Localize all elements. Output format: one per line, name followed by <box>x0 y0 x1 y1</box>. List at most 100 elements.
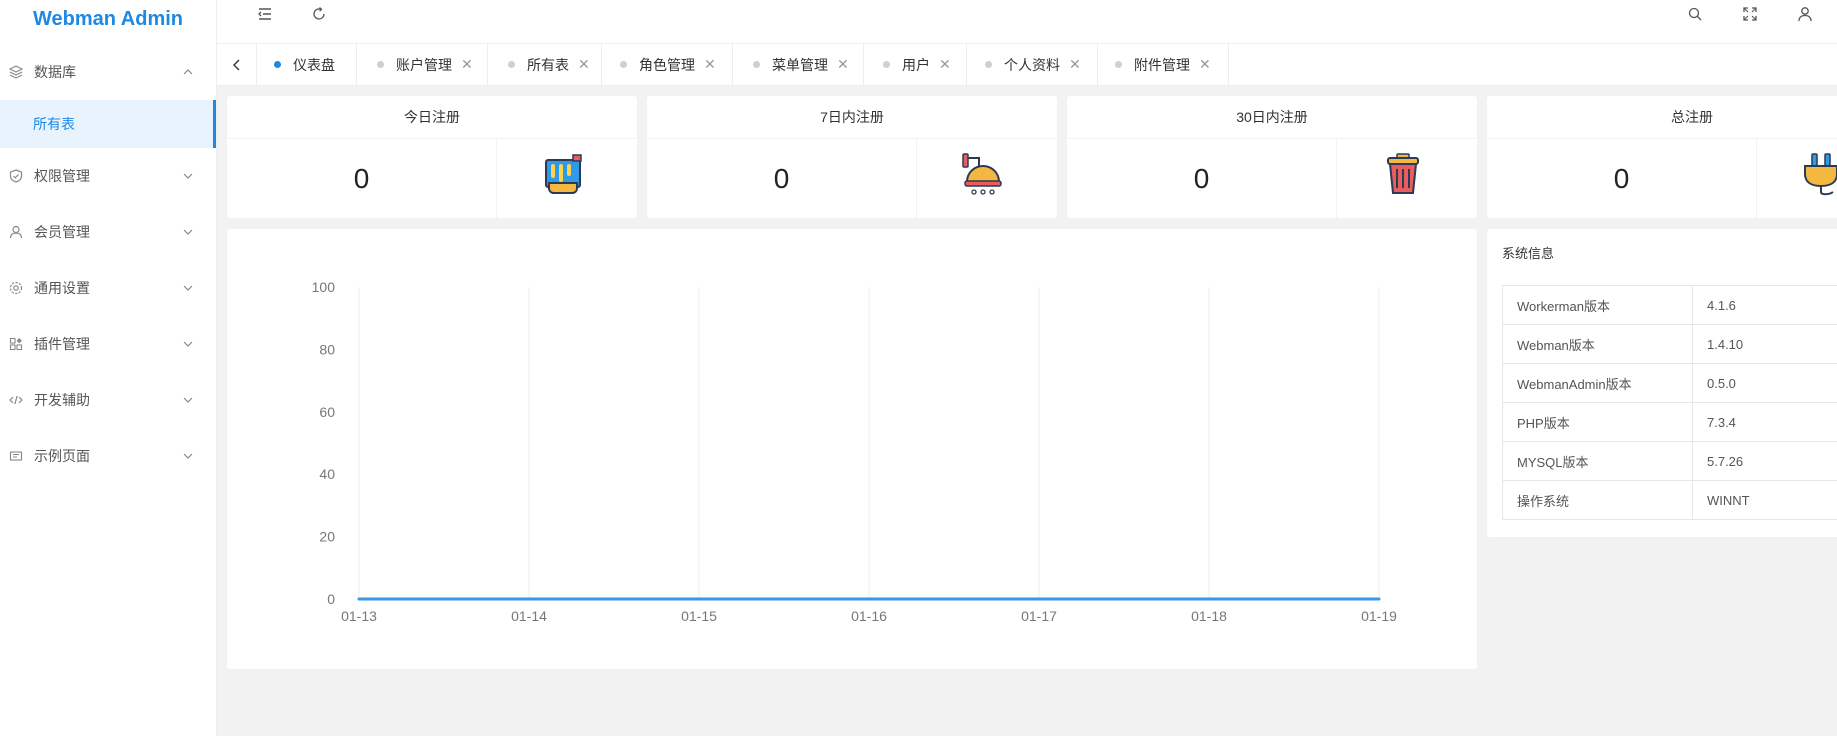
close-icon[interactable]: ✕ <box>1069 56 1081 73</box>
layers-icon <box>8 64 24 80</box>
x-tick-label: 01-17 <box>1021 608 1057 624</box>
tab-roles[interactable]: 角色管理 ✕ <box>602 44 733 85</box>
sidebar-item-dev-tools[interactable]: 开发辅助 <box>0 380 216 420</box>
data-point <box>697 597 701 601</box>
registration-line-chart: 0 20 40 60 80 100 01-13 01-14 01-15 01-16 01-17 01-… <box>312 279 1397 624</box>
tab-status-dot <box>753 61 760 68</box>
system-info-value: 0.5.0 <box>1692 363 1837 403</box>
tab-dashboard[interactable]: 仪表盘 <box>257 44 357 85</box>
tab-label: 所有表 <box>527 56 569 73</box>
top-header <box>217 0 1837 44</box>
sidebar-item-examples[interactable]: 示例页面 <box>0 436 216 476</box>
chevron-down-icon <box>180 224 196 240</box>
system-info-value: 7.3.4 <box>1692 402 1837 442</box>
sidebar-item-label: 插件管理 <box>34 336 90 352</box>
sidebar: Webman Admin 数据库 所有表 权限管理 会员管理 通用设置 插件管理… <box>0 0 217 736</box>
code-icon <box>8 392 24 408</box>
table-row: Webman版本 1.4.10 <box>1502 324 1837 364</box>
system-info-value: 4.1.6 <box>1692 285 1837 325</box>
close-icon[interactable]: ✕ <box>578 56 590 73</box>
chevron-down-icon <box>180 168 196 184</box>
sidebar-item-members[interactable]: 会员管理 <box>0 212 216 252</box>
sidebar-item-label: 权限管理 <box>34 168 90 184</box>
apps-icon <box>8 336 24 352</box>
tab-label: 仪表盘 <box>293 56 335 73</box>
x-tick-label: 01-16 <box>851 608 887 624</box>
system-info-key: WebmanAdmin版本 <box>1502 363 1693 403</box>
tab-status-dot <box>1115 61 1122 68</box>
close-icon[interactable]: ✕ <box>837 56 849 73</box>
tab-profile[interactable]: 个人资料 ✕ <box>967 44 1098 85</box>
menu-collapse-icon[interactable] <box>255 4 275 24</box>
gear-icon <box>8 280 24 296</box>
close-icon[interactable]: ✕ <box>939 56 951 73</box>
system-info-table: Workerman版本 4.1.6 Webman版本 1.4.10 WebmanAd… <box>1502 285 1837 520</box>
close-icon[interactable]: ✕ <box>1199 56 1211 73</box>
tab-label: 菜单管理 <box>772 56 828 73</box>
page-icon <box>8 448 24 464</box>
refresh-icon[interactable] <box>309 4 329 24</box>
stat-value: 0 <box>1487 139 1757 218</box>
tab-label: 角色管理 <box>639 56 695 73</box>
system-info-key: PHP版本 <box>1502 402 1693 442</box>
table-row: 操作系统 WINNT <box>1502 480 1837 520</box>
search-icon[interactable] <box>1685 4 1705 24</box>
user-icon[interactable] <box>1795 4 1815 24</box>
stat-card-today: 今日注册 0 <box>227 96 637 218</box>
x-tick-label: 01-19 <box>1361 608 1397 624</box>
paint-bucket-icon <box>545 154 582 194</box>
close-icon[interactable]: ✕ <box>704 56 716 73</box>
x-tick-label: 01-14 <box>511 608 547 624</box>
tab-status-dot <box>377 61 384 68</box>
tab-status-dot <box>985 61 992 68</box>
tab-menus[interactable]: 菜单管理 ✕ <box>733 44 864 85</box>
user-icon <box>8 224 24 240</box>
chevron-up-icon <box>180 64 196 80</box>
table-row: WebmanAdmin版本 0.5.0 <box>1502 363 1837 403</box>
chevron-down-icon <box>180 280 196 296</box>
tab-all-tables[interactable]: 所有表 ✕ <box>488 44 602 85</box>
y-tick-label: 20 <box>319 529 335 545</box>
tab-label: 用户 <box>902 56 930 73</box>
stat-card-30days: 30日内注册 0 <box>1067 96 1477 218</box>
stat-title: 今日注册 <box>227 96 637 139</box>
tab-label: 个人资料 <box>1004 56 1060 73</box>
data-point <box>867 597 871 601</box>
tab-status-dot <box>274 61 281 68</box>
system-info-value: 1.4.10 <box>1692 324 1837 364</box>
system-info-key: Workerman版本 <box>1502 285 1693 325</box>
chevron-down-icon <box>180 392 196 408</box>
tab-status-dot <box>508 61 515 68</box>
system-info-panel: 系统信息 Workerman版本 4.1.6 Webman版本 1.4.10 Web… <box>1487 229 1837 537</box>
tab-accounts[interactable]: 账户管理 ✕ <box>357 44 488 85</box>
system-info-value: WINNT <box>1692 480 1837 520</box>
tab-bar: 仪表盘 账户管理 ✕ 所有表 ✕ 角色管理 ✕ 菜单管理 ✕ 用户 ✕ 个人资料… <box>217 44 1837 86</box>
registration-chart-panel: 0 20 40 60 80 100 01-13 01-14 01-15 01-16 01-17 01-… <box>227 229 1477 669</box>
fullscreen-icon[interactable] <box>1740 4 1760 24</box>
stat-card-total: 总注册 0 <box>1487 96 1837 218</box>
sidebar-item-settings[interactable]: 通用设置 <box>0 268 216 308</box>
x-tick-label: 01-13 <box>341 608 377 624</box>
chevron-left-icon <box>232 59 239 70</box>
stat-value: 0 <box>647 139 917 218</box>
chevron-down-icon <box>180 448 196 464</box>
sidebar-item-plugins[interactable]: 插件管理 <box>0 324 216 364</box>
table-row: Workerman版本 4.1.6 <box>1502 285 1837 325</box>
sidebar-item-database[interactable]: 数据库 <box>0 52 216 92</box>
data-point <box>1037 597 1041 601</box>
tab-scroll-left-button[interactable] <box>217 44 257 85</box>
y-tick-label: 80 <box>319 341 335 357</box>
sidebar-item-permissions[interactable]: 权限管理 <box>0 156 216 196</box>
close-icon[interactable]: ✕ <box>461 56 473 73</box>
tab-attachments[interactable]: 附件管理 ✕ <box>1098 44 1229 85</box>
trash-can-icon <box>1387 153 1419 194</box>
sidebar-item-label: 开发辅助 <box>34 392 90 408</box>
sidebar-subitem-all-tables[interactable]: 所有表 <box>0 100 216 148</box>
x-tick-label: 01-18 <box>1191 608 1227 624</box>
system-info-key: MYSQL版本 <box>1502 441 1693 481</box>
data-point <box>357 597 361 601</box>
table-row: MYSQL版本 5.7.26 <box>1502 441 1837 481</box>
stat-card-7days: 7日内注册 0 <box>647 96 1057 218</box>
stat-title: 30日内注册 <box>1067 96 1477 139</box>
tab-users[interactable]: 用户 ✕ <box>864 44 967 85</box>
